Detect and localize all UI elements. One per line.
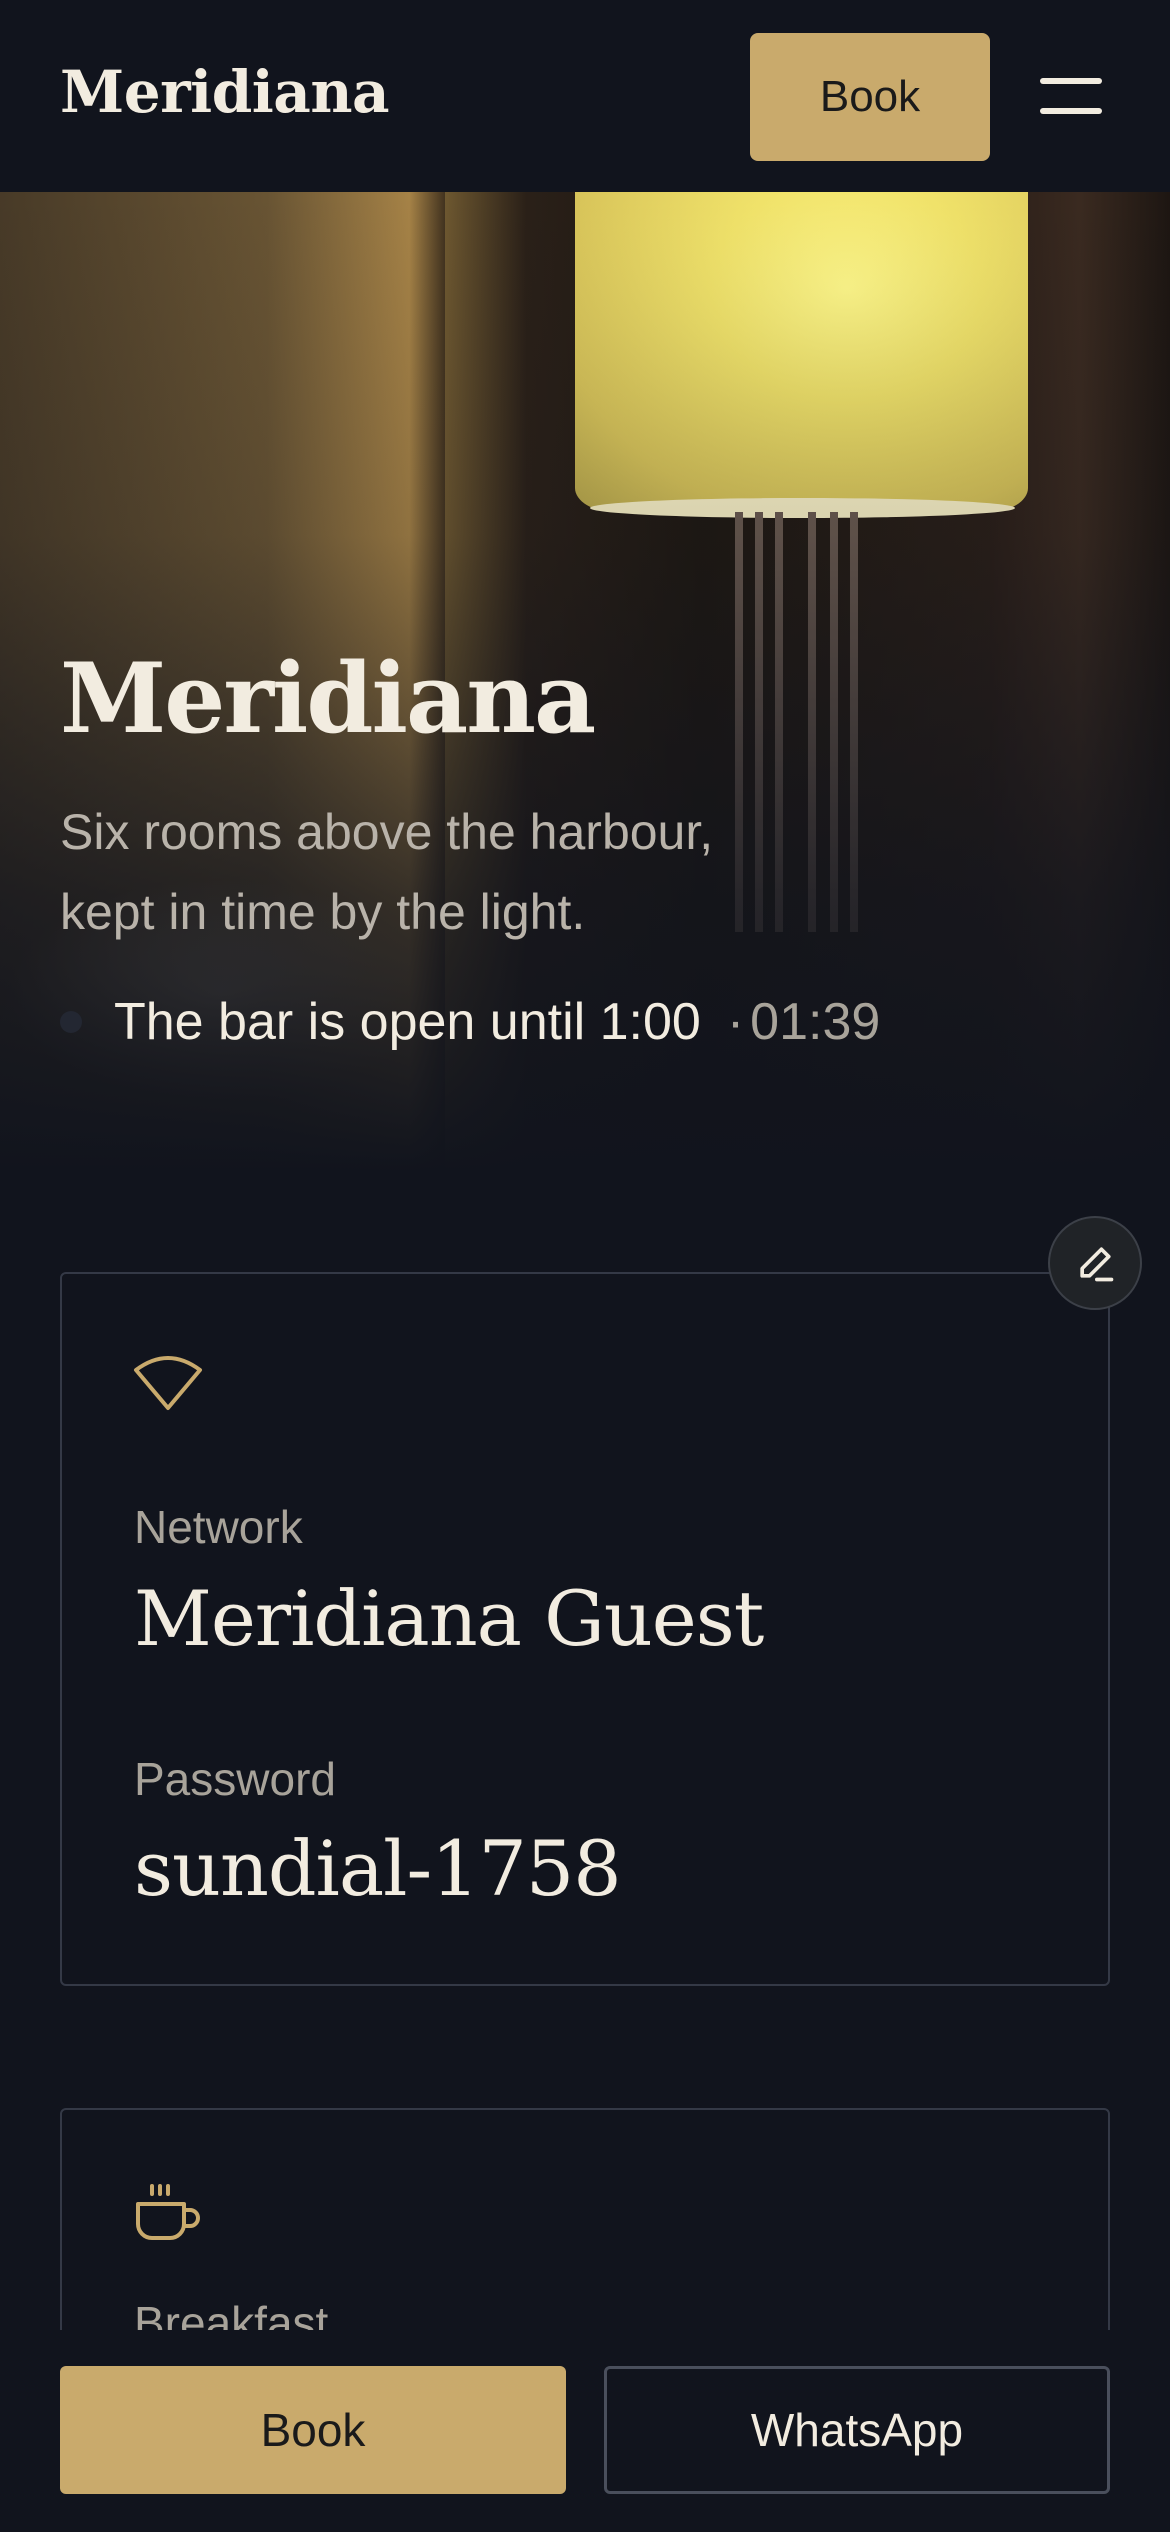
pencil-icon: [1080, 1247, 1114, 1282]
status-separator: ·: [726, 993, 745, 1051]
top-header: Meridiana Book: [0, 0, 1170, 192]
page: Meridiana Six rooms above the harbour, k…: [0, 0, 1170, 2532]
hero-section: Meridiana Six rooms above the harbour, k…: [0, 192, 1170, 1172]
hamburger-menu-icon[interactable]: [1040, 70, 1106, 122]
password-value[interactable]: sundial-1758: [134, 1824, 622, 1913]
book-button[interactable]: Book: [750, 33, 990, 161]
wifi-icon: [134, 1356, 202, 1410]
network-value: Meridiana Guest: [134, 1574, 764, 1663]
bar-status: The bar is open until 1:00 · 01:39: [60, 987, 880, 1057]
bar-status-text: The bar is open until 1:00: [114, 993, 701, 1051]
status-dot-icon: [60, 1011, 82, 1033]
bottom-action-bar: Book WhatsApp: [0, 2330, 1170, 2532]
current-time: 01:39: [750, 993, 881, 1051]
wifi-card: Network Meridiana Guest Password sundial…: [60, 1272, 1110, 1986]
password-label: Password: [134, 1753, 336, 1805]
edit-button[interactable]: [1048, 1216, 1142, 1310]
hero-title: Meridiana: [60, 642, 596, 755]
whatsapp-button[interactable]: WhatsApp: [604, 2366, 1110, 2494]
brand-logo[interactable]: Meridiana: [60, 58, 390, 126]
book-button-bottom[interactable]: Book: [60, 2366, 566, 2494]
hero-subtitle: Six rooms above the harbour, kept in tim…: [60, 804, 714, 940]
network-label: Network: [134, 1501, 303, 1553]
coffee-cup-icon: [136, 2184, 200, 2240]
